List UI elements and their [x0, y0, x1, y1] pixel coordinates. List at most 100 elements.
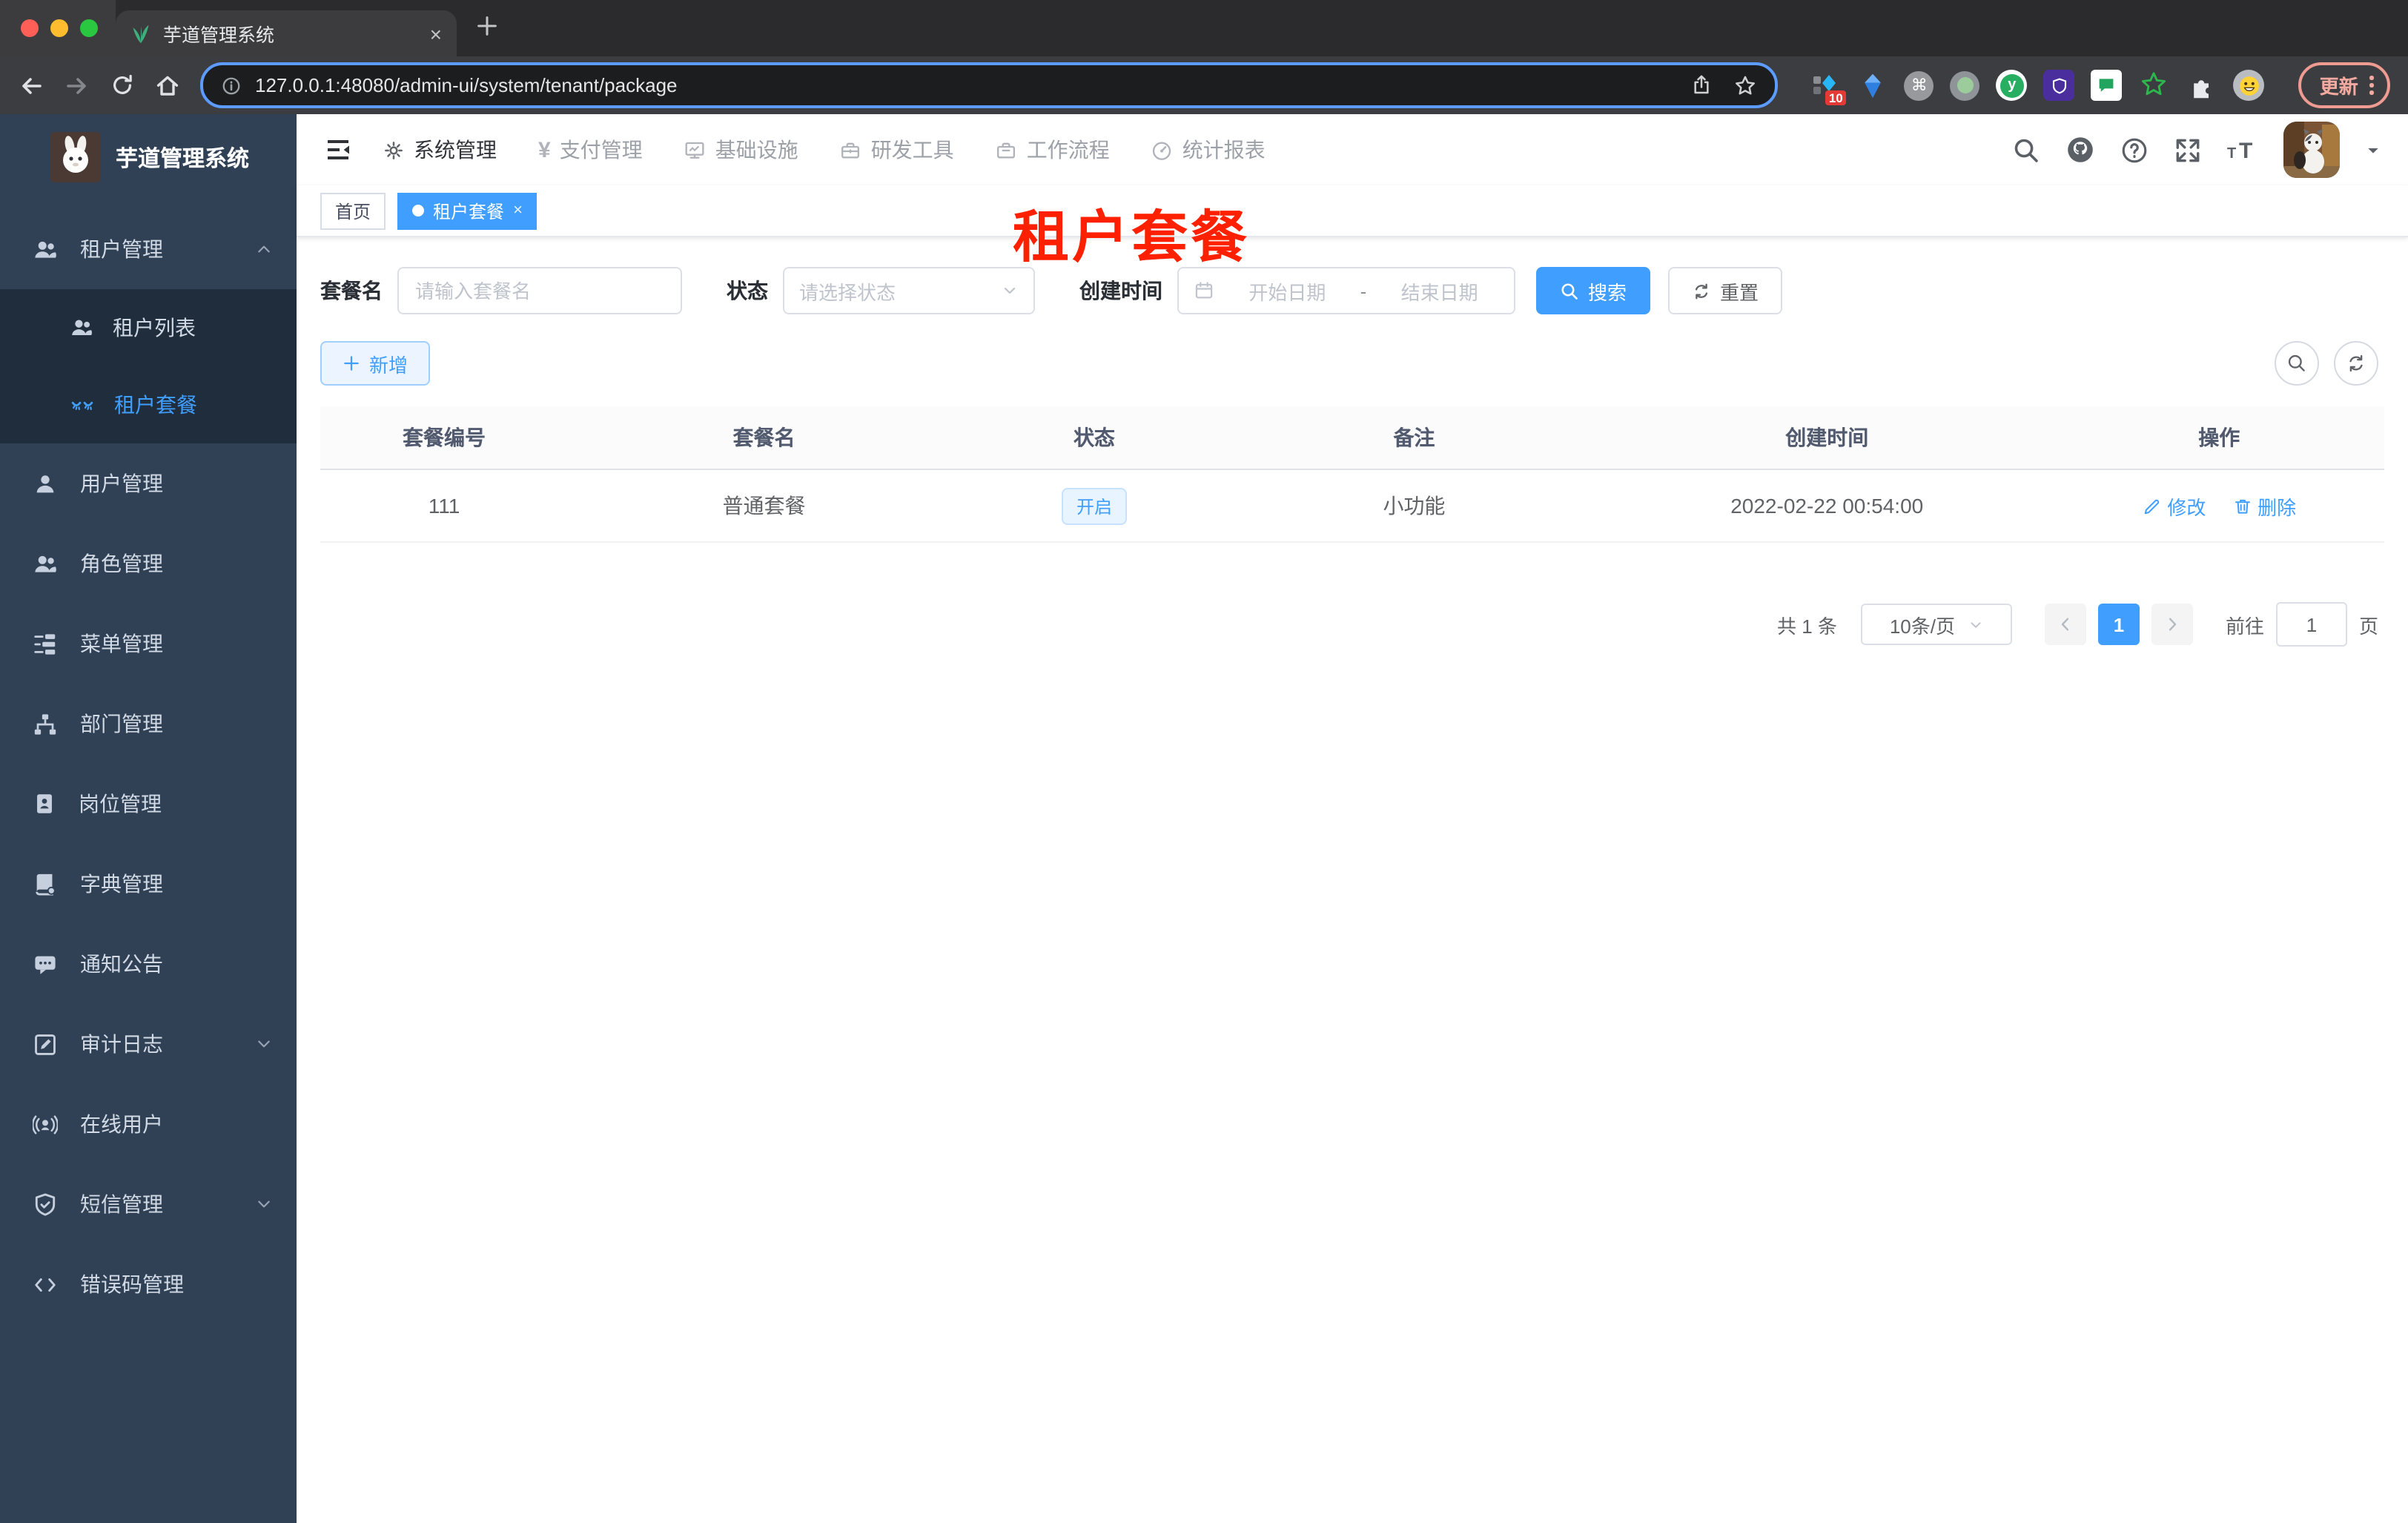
sidebar-item-menu-management[interactable]: 菜单管理	[0, 604, 297, 684]
tag-tenant-package[interactable]: 租户套餐 ×	[397, 192, 538, 229]
topnav-system-management[interactable]: 系统管理	[383, 135, 497, 165]
url-bar[interactable]: 127.0.0.1:48080/admin-ui/system/tenant/p…	[200, 62, 1779, 108]
zoom-window-button[interactable]	[80, 19, 98, 37]
extension-badge: 10	[1825, 90, 1847, 105]
github-icon[interactable]	[2065, 135, 2095, 165]
font-size-icon[interactable]: TT	[2227, 136, 2258, 164]
extension-command-icon[interactable]: ⌘	[1904, 70, 1934, 100]
sidebar-item-label: 角色管理	[80, 552, 163, 575]
sidebar-item-audit-log[interactable]: 审计日志	[0, 1004, 297, 1084]
package-name-input[interactable]	[397, 267, 682, 314]
sidebar-item-tenant-management[interactable]: 租户管理	[0, 209, 297, 289]
sidebar-item-role-management[interactable]: 角色管理	[0, 523, 297, 604]
back-icon[interactable]	[18, 72, 44, 99]
add-button[interactable]: 新增	[320, 341, 431, 386]
topnav-label: 系统管理	[414, 138, 497, 162]
user-avatar[interactable]	[2283, 122, 2340, 178]
topnav-dev-tools[interactable]: 研发工具	[840, 135, 954, 165]
sidebar-item-label: 字典管理	[80, 872, 163, 896]
sidebar-logo-row[interactable]: 芋道管理系统	[0, 114, 297, 200]
status-badge[interactable]: 开启	[1061, 487, 1127, 524]
sidebar: 芋道管理系统 租户管理 租户列表 租户套餐 用户管理 角色管理 菜单管理 部门管…	[0, 114, 297, 1523]
browser-toolbar: 127.0.0.1:48080/admin-ui/system/tenant/p…	[0, 56, 2408, 114]
sidebar-item-label: 岗位管理	[79, 792, 162, 816]
sidebar-item-user-management[interactable]: 用户管理	[0, 443, 297, 523]
extension-icons: 10 ⌘ y	[1810, 70, 2265, 105]
trash-icon	[2232, 496, 2252, 515]
topnav-payment-management[interactable]: ¥ 支付管理	[538, 135, 643, 165]
sidebar-item-notice[interactable]: 通知公告	[0, 924, 297, 1004]
sidebar-item-sms-management[interactable]: 短信管理	[0, 1164, 297, 1244]
delete-link[interactable]: 删除	[2232, 492, 2296, 520]
close-window-button[interactable]	[21, 19, 39, 37]
app-header: 系统管理 ¥ 支付管理 基础设施 研发工具 工作流程 统计报表 T T	[297, 114, 2408, 185]
next-page-button[interactable]	[2151, 604, 2193, 645]
home-icon[interactable]	[154, 72, 181, 99]
search-button[interactable]: 搜索	[1536, 267, 1651, 314]
dictionary-book-icon	[33, 871, 58, 896]
extension-star-icon[interactable]	[2139, 70, 2170, 101]
topnav-infrastructure[interactable]: 基础设施	[684, 135, 798, 165]
table-row: 111 普通套餐 开启 小功能 2022-02-22 00:54:00 修改 删…	[320, 469, 2384, 543]
date-range-separator: -	[1360, 280, 1367, 302]
yen-icon: ¥	[538, 137, 551, 162]
reload-icon[interactable]	[110, 73, 135, 98]
refresh-icon	[1692, 281, 1711, 300]
minimize-window-button[interactable]	[50, 19, 68, 37]
extension-grid-diamond-icon[interactable]: 10	[1810, 70, 1847, 105]
sidebar-item-tenant-list[interactable]: 租户列表	[0, 289, 297, 366]
tag-label: 首页	[335, 201, 371, 222]
current-page-button[interactable]: 1	[2097, 604, 2140, 645]
collapse-sidebar-icon[interactable]	[323, 135, 353, 165]
date-end-placeholder[interactable]: 结束日期	[1380, 277, 1499, 305]
extension-gem-icon[interactable]	[1857, 70, 1888, 101]
sidebar-item-tenant-package[interactable]: 租户套餐	[0, 366, 297, 443]
extension-emoji-icon[interactable]	[2233, 70, 2265, 101]
reset-button[interactable]: 重置	[1668, 267, 1783, 314]
status-select[interactable]: 请选择状态	[783, 267, 1035, 314]
date-range-picker[interactable]: 开始日期 - 结束日期	[1177, 267, 1515, 314]
browser-update-button[interactable]: 更新	[2298, 62, 2390, 108]
sidebar-item-dept-management[interactable]: 部门管理	[0, 684, 297, 764]
extension-chat-icon[interactable]	[2091, 70, 2123, 101]
chevron-down-icon	[1967, 616, 1983, 632]
browser-tab[interactable]: 芋道管理系统 ×	[116, 10, 457, 56]
search-icon[interactable]	[2012, 136, 2040, 164]
date-start-placeholder[interactable]: 开始日期	[1228, 277, 1347, 305]
new-tab-button[interactable]	[474, 13, 500, 39]
url-text[interactable]: 127.0.0.1:48080/admin-ui/system/tenant/p…	[255, 74, 1678, 96]
help-icon[interactable]	[2120, 136, 2149, 164]
topnav-report[interactable]: 统计报表	[1151, 135, 1266, 165]
sidebar-item-dict-management[interactable]: 字典管理	[0, 844, 297, 924]
sidebar-item-error-code[interactable]: 错误码管理	[0, 1244, 297, 1324]
lashes-icon	[70, 392, 95, 417]
search-label: 搜索	[1588, 281, 1627, 303]
extension-puzzle-icon[interactable]	[2186, 70, 2217, 101]
extension-gray-dot-icon[interactable]	[1950, 70, 1980, 100]
tab-close-icon[interactable]: ×	[430, 23, 442, 44]
share-icon[interactable]	[1691, 74, 1713, 96]
extension-shield-icon[interactable]	[2043, 70, 2075, 101]
tag-home[interactable]: 首页	[320, 192, 386, 229]
screen: 芋道管理系统 × 127.0.0.1:48080/admin-ui/system…	[0, 0, 2408, 1523]
page-size-select[interactable]: 10条/页	[1860, 604, 2012, 645]
topnav-label: 工作流程	[1026, 138, 1110, 162]
topnav-workflow[interactable]: 工作流程	[996, 135, 1110, 165]
forward-icon[interactable]	[64, 72, 90, 99]
bookmark-star-icon[interactable]	[1734, 73, 1758, 97]
site-info-icon[interactable]	[221, 75, 242, 96]
browser-menu-icon[interactable]	[2369, 76, 2374, 95]
edit-link[interactable]: 修改	[2142, 492, 2206, 520]
tag-close-icon[interactable]: ×	[513, 202, 523, 219]
sidebar-item-online-users[interactable]: 在线用户	[0, 1084, 297, 1164]
calendar-icon	[1194, 280, 1214, 301]
goto-page-input[interactable]	[2275, 602, 2347, 647]
refresh-table-button[interactable]	[2334, 341, 2378, 386]
fullscreen-icon[interactable]	[2174, 136, 2202, 164]
prev-page-button[interactable]	[2044, 604, 2086, 645]
toggle-search-button[interactable]	[2275, 341, 2319, 386]
sidebar-item-post-management[interactable]: 岗位管理	[0, 764, 297, 844]
avatar-caret-down-icon[interactable]	[2365, 142, 2381, 158]
table-toolbar: 新增	[320, 341, 2384, 386]
extension-y-icon[interactable]: y	[1996, 70, 2028, 101]
